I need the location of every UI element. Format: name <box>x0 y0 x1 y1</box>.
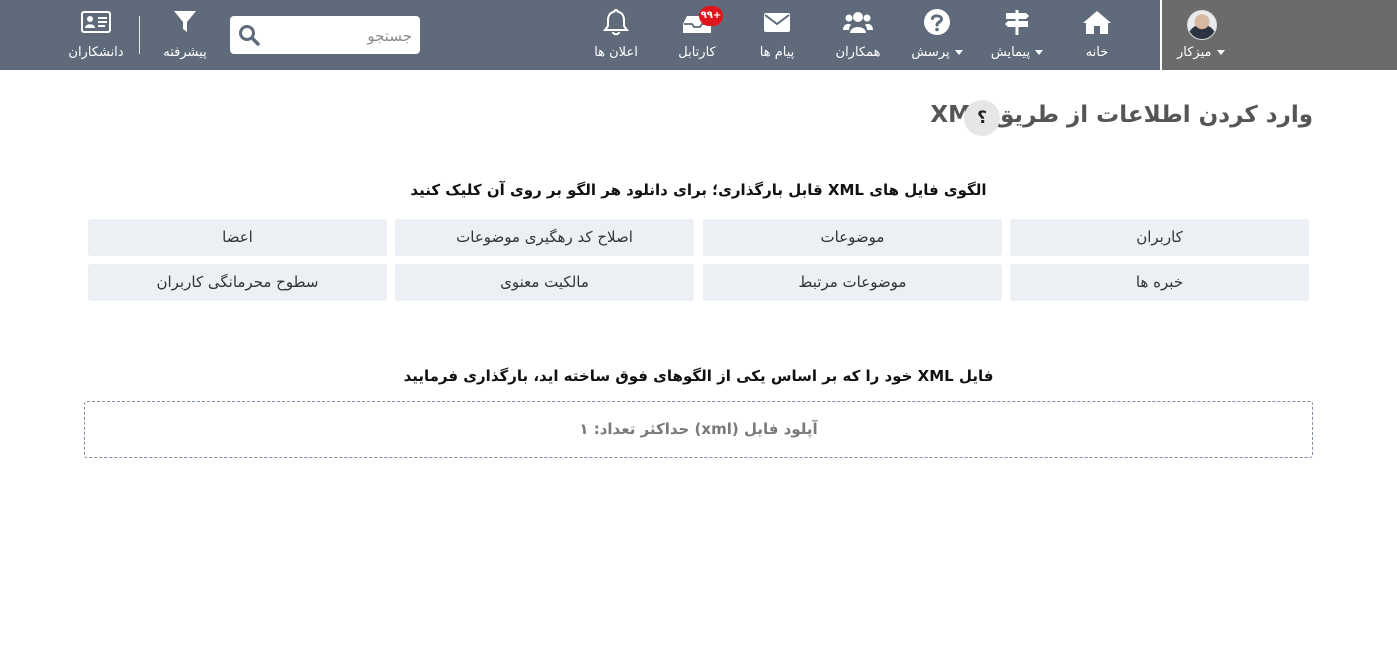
nav-question[interactable]: پرسش <box>906 0 968 70</box>
template-topic-tracking-fix[interactable]: اصلاح کد رهگیری موضوعات <box>395 219 694 256</box>
nav-cartable-label: کارتابل <box>678 45 716 60</box>
nav-survey[interactable]: پیمایش <box>984 0 1050 70</box>
template-topics[interactable]: موضوعات <box>703 219 1002 256</box>
chevron-down-icon <box>1035 50 1044 55</box>
template-experts[interactable]: خبره ها <box>1010 264 1309 301</box>
nav-colleagues[interactable]: همکاران <box>830 0 886 70</box>
bell-icon <box>603 8 629 36</box>
user-menu-text: میزکار <box>1177 45 1212 60</box>
nav-notifications[interactable]: اعلان ها <box>590 0 642 70</box>
templates-heading: الگوی فایل های XML قابل بارگذاری؛ برای د… <box>410 181 987 199</box>
user-menu[interactable]: میزکار <box>1160 0 1397 70</box>
nav-advanced-label: پیشرفته <box>163 45 207 60</box>
nav-cartable[interactable]: ۹۹+ کارتابل <box>672 0 723 70</box>
signpost-icon <box>1005 10 1029 35</box>
help-button[interactable]: ؟ <box>964 100 1000 136</box>
nav-home-label: خانه <box>1085 45 1109 60</box>
search-box <box>230 16 420 56</box>
template-user-confidentiality-levels[interactable]: سطوح محرمانگی کاربران <box>88 264 387 301</box>
nav-messages[interactable]: پیام ها <box>752 0 802 70</box>
home-icon <box>1083 11 1111 34</box>
question-circle-icon <box>924 9 950 35</box>
envelope-icon <box>764 13 790 32</box>
user-menu-label[interactable]: میزکار <box>1177 45 1225 60</box>
nav-notifications-label: اعلان ها <box>594 45 638 60</box>
search-icon[interactable] <box>238 24 260 46</box>
file-upload-dropzone[interactable]: آپلود فایل (xml) حداکثر تعداد: ۱ <box>84 401 1313 458</box>
template-users[interactable]: کاربران <box>1010 219 1309 256</box>
template-related-topics[interactable]: موضوعات مرتبط <box>703 264 1002 301</box>
filter-icon <box>174 11 196 32</box>
nav-home[interactable]: خانه <box>1072 0 1122 70</box>
search-input[interactable] <box>270 16 414 56</box>
nav-advanced[interactable]: پیشرفته <box>158 0 212 70</box>
nav-question-label: پرسش <box>906 45 968 60</box>
nav-survey-label: پیمایش <box>984 45 1050 60</box>
template-members[interactable]: اعضا <box>88 219 387 256</box>
chevron-down-icon <box>954 50 963 55</box>
cartable-badge: ۹۹+ <box>699 6 723 26</box>
id-card-icon <box>81 11 111 33</box>
nav-colleagues-label: همکاران <box>835 45 881 60</box>
avatar[interactable] <box>1187 10 1217 40</box>
nav-messages-label: پیام ها <box>759 45 795 60</box>
nav-scholars-label: دانشکاران <box>68 45 124 60</box>
users-icon <box>843 12 873 33</box>
nav-scholars[interactable]: دانشکاران <box>64 0 128 70</box>
chevron-down-icon <box>1216 50 1225 55</box>
upload-heading: فایل XML خود را که بر اساس یکی از الگوها… <box>403 367 994 385</box>
navbar-divider <box>139 16 140 54</box>
template-intellectual-property[interactable]: مالکیت معنوی <box>395 264 694 301</box>
top-navbar: میزکار خانه پیمایش پرسش همکاران پیام ها … <box>0 0 1397 70</box>
